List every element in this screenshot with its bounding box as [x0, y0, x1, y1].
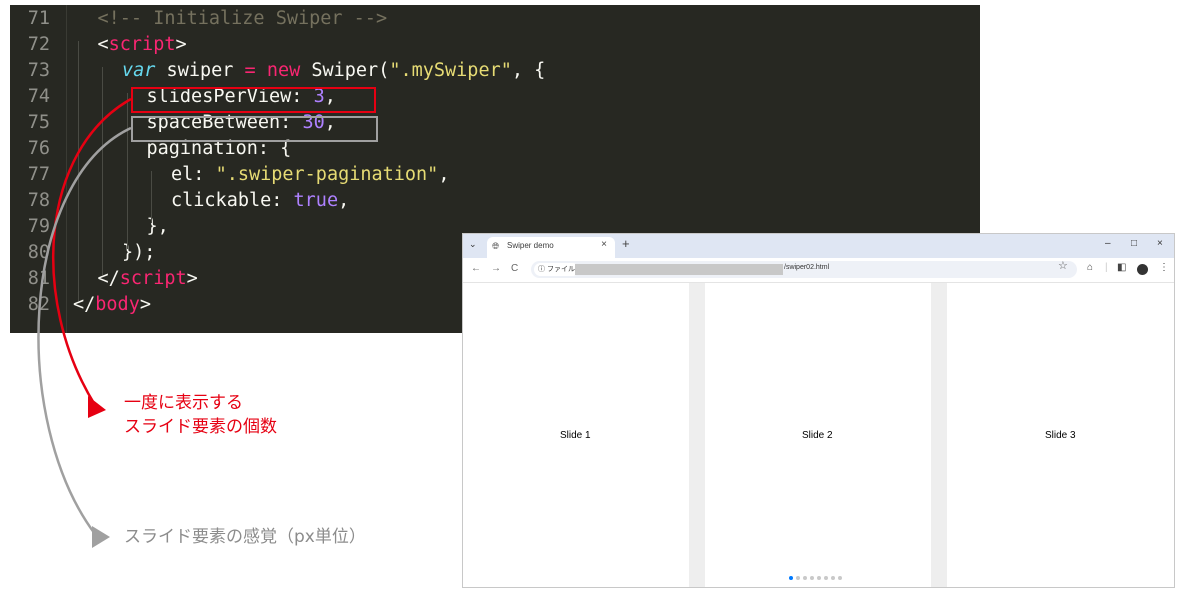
tab-title: Swiper demo	[507, 241, 554, 250]
extensions-icon[interactable]: ⌂	[1087, 262, 1093, 273]
star-icon[interactable]: ☆	[1058, 259, 1068, 272]
gray-arrow	[37, 126, 132, 548]
close-icon[interactable]: ×	[601, 239, 607, 250]
chevron-down-icon[interactable]: ⌄	[469, 239, 477, 250]
note-line: スライド要素の個数	[124, 417, 277, 437]
tab-bar: ⌄ 🌐︎ Swiper demo × + – □ ×	[463, 234, 1174, 258]
slide-gap	[689, 283, 705, 587]
forward-button[interactable]: →	[491, 263, 501, 274]
tab-swiper-demo[interactable]: 🌐︎ Swiper demo ×	[487, 237, 615, 258]
browser-window: ⌄ 🌐︎ Swiper demo × + – □ × ← → C ⓘ ファイル …	[462, 233, 1175, 588]
pagination-bullet[interactable]	[803, 576, 807, 580]
pagination-bullet[interactable]	[831, 576, 835, 580]
new-tab-button[interactable]: +	[622, 236, 630, 251]
reload-button[interactable]: C	[511, 263, 518, 274]
pagination-bullet[interactable]	[824, 576, 828, 580]
redacted-path	[575, 264, 783, 275]
slides-per-view-note: 一度に表示する スライド要素の個数	[124, 391, 277, 439]
globe-icon: 🌐︎	[492, 241, 500, 251]
slide-gap	[931, 283, 947, 587]
pagination-bullet[interactable]	[796, 576, 800, 580]
red-arrow	[52, 97, 132, 418]
back-button[interactable]: ←	[471, 263, 481, 274]
page-viewport: Slide 1 Slide 2 Slide 3	[463, 283, 1174, 587]
avatar[interactable]	[1137, 264, 1148, 275]
close-window-button[interactable]: ×	[1157, 238, 1163, 249]
note-line: 一度に表示する	[124, 393, 243, 413]
slide-3: Slide 3	[1045, 430, 1076, 441]
slide-2: Slide 2	[802, 430, 833, 441]
browser-toolbar: ← → C ⓘ ファイル /swiper02.html ☆ ⌂ | ◧ ⋮	[463, 258, 1174, 283]
side-panel-icon[interactable]: ◧	[1117, 262, 1126, 273]
pagination-bullet[interactable]	[810, 576, 814, 580]
more-menu-icon[interactable]: ⋮	[1159, 262, 1169, 273]
url-text: /swiper02.html	[784, 264, 830, 271]
minimize-button[interactable]: –	[1105, 238, 1111, 249]
slide-1: Slide 1	[560, 430, 591, 441]
pagination-bullet[interactable]	[789, 576, 793, 580]
pagination-bullet[interactable]	[838, 576, 842, 580]
pagination-bullet[interactable]	[817, 576, 821, 580]
maximize-button[interactable]: □	[1131, 238, 1137, 249]
space-between-note: スライド要素の感覚（px単位）	[124, 527, 366, 547]
site-info-chip[interactable]: ⓘ ファイル	[534, 263, 579, 276]
toolbar-divider: |	[1105, 262, 1108, 273]
address-bar[interactable]: ⓘ ファイル /swiper02.html	[531, 261, 1077, 278]
